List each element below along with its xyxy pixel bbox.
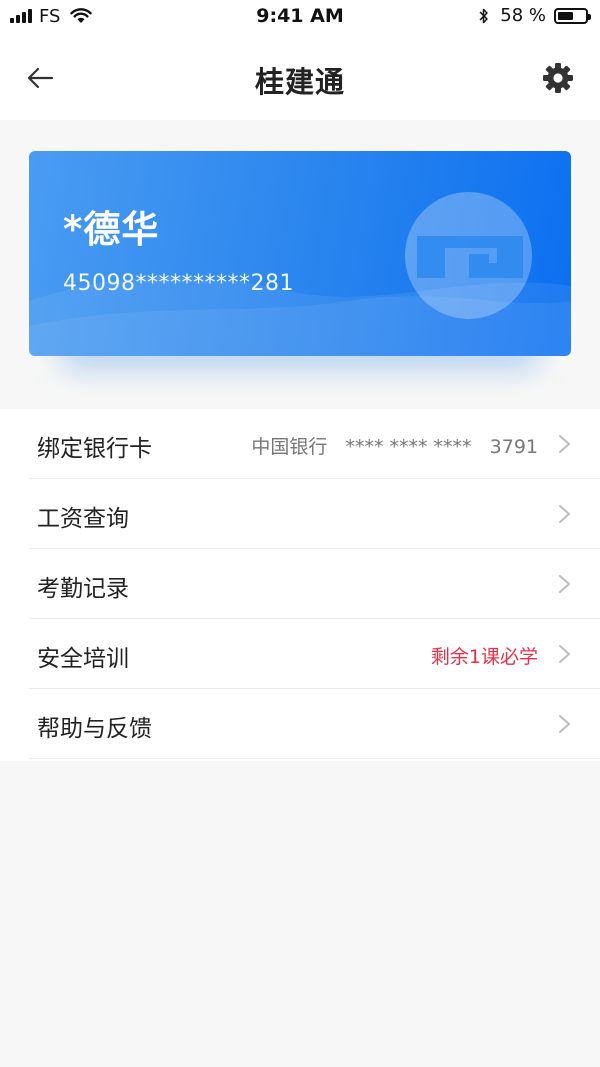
nav-bar: 桂建通 — [0, 32, 600, 120]
training-remaining-badge: 剩余1课必学 — [430, 646, 538, 668]
chevron-right-icon — [559, 505, 570, 523]
menu-item-bind-bank-card[interactable]: 绑定银行卡 中国银行 **** **** **** 3791 — [0, 409, 600, 479]
menu-item-safety-training[interactable]: 安全培训 剩余1课必学 — [0, 619, 600, 689]
menu-item-help-feedback[interactable]: 帮助与反馈 — [0, 689, 600, 759]
battery-icon — [554, 7, 591, 24]
menu-item-label: 绑定银行卡 — [37, 436, 152, 462]
divider — [29, 758, 600, 759]
bluetooth-icon — [479, 8, 489, 23]
card-id-number: 45098**********281 — [63, 271, 294, 296]
page-title: 桂建通 — [254, 65, 345, 99]
chevron-right-icon — [559, 575, 570, 593]
gear-icon — [543, 63, 573, 93]
bank-card-value: 中国银行 **** **** **** 3791 — [251, 436, 538, 458]
menu-item-label: 考勤记录 — [37, 576, 129, 602]
user-card[interactable]: *德华 45098**********281 — [29, 151, 571, 356]
battery-tip — [588, 13, 591, 20]
battery-level-fill — [558, 11, 573, 20]
user-card-wrapper: *德华 45098**********281 — [29, 151, 571, 370]
menu-item-label: 帮助与反馈 — [37, 716, 152, 742]
chevron-right-icon — [559, 435, 570, 453]
menu-item-salary-query[interactable]: 工资查询 — [0, 479, 600, 549]
status-bar: FS 9:41 AM 58 % — [0, 0, 600, 32]
chevron-right-icon — [559, 715, 570, 733]
menu-list: 绑定银行卡 中国银行 **** **** **** 3791 工资查询 考勤记录… — [0, 409, 600, 761]
chevron-right-icon — [559, 645, 570, 663]
menu-item-attendance-record[interactable]: 考勤记录 — [0, 549, 600, 619]
battery-percent: 58 % — [500, 5, 546, 26]
guijiantong-logo-icon — [405, 192, 532, 319]
menu-item-label: 工资查询 — [37, 506, 129, 532]
menu-item-label: 安全培训 — [37, 646, 129, 672]
status-right: 58 % — [478, 5, 591, 26]
settings-button[interactable] — [538, 58, 578, 98]
card-holder-name: *德华 — [63, 208, 160, 251]
